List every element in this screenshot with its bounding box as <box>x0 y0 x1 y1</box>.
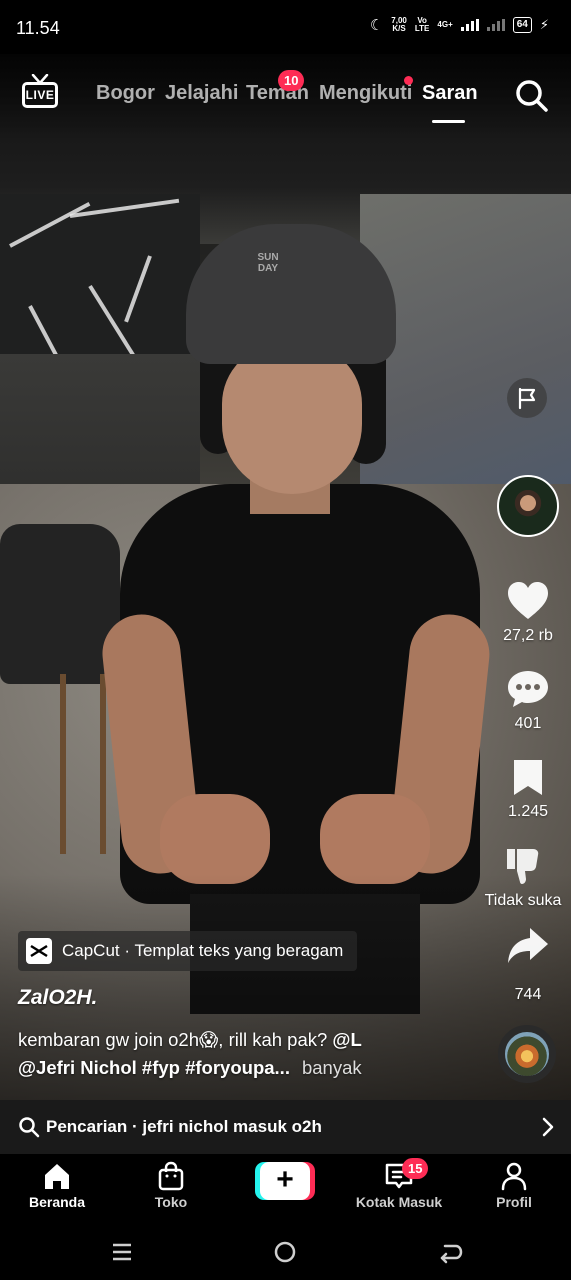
signal-bars-2-icon <box>486 19 505 31</box>
creator-username[interactable]: ZalO2H. <box>18 986 97 1010</box>
network-type: 4G+ <box>437 20 453 29</box>
nav-profil-label: Profil <box>496 1194 532 1210</box>
bookmark-icon <box>514 760 542 795</box>
tab-jelajahi[interactable]: Jelajahi <box>165 82 238 105</box>
recent-apps-icon[interactable] <box>108 1238 136 1266</box>
nav-toko[interactable]: Toko <box>126 1160 216 1210</box>
like-count: 27,2 rb <box>503 627 553 644</box>
thumbs-down-icon <box>507 849 539 884</box>
back-icon[interactable] <box>436 1238 464 1266</box>
plus-icon: + <box>260 1162 310 1200</box>
signal-bars-icon <box>460 19 479 31</box>
tab-bogor[interactable]: Bogor <box>96 82 155 105</box>
dislike-button[interactable]: Tidak suka <box>478 843 568 910</box>
search-suggestion-text: Pencarian · jefri nichol masuk o2h <box>46 1117 322 1136</box>
scene-chair-leg <box>100 674 106 854</box>
bookmark-button[interactable]: 1.245 <box>493 756 563 821</box>
share-arrow-icon <box>508 928 548 963</box>
scene-wall-right <box>360 194 571 514</box>
live-tv-icon: LIVE <box>22 82 58 108</box>
search-suggestion-bar[interactable]: Pencarian · jefri nichol masuk o2h <box>0 1100 571 1154</box>
caption-more-link[interactable]: banyak <box>302 1057 362 1078</box>
person-hand-left <box>160 794 270 884</box>
friends-badge: 10 <box>278 70 305 91</box>
search-icon[interactable] <box>514 78 550 114</box>
following-new-dot <box>404 76 413 85</box>
tab-saran[interactable]: Saran <box>422 82 478 105</box>
comment-count: 401 <box>514 715 542 732</box>
caption-tags[interactable]: @Jefri Nichol #fyp #foryoupa... <box>18 1057 290 1078</box>
charging-bolt-icon: ⚡ <box>539 17 549 32</box>
shopping-bag-icon <box>158 1161 184 1191</box>
person-face <box>222 344 362 494</box>
nav-kotak-masuk-label: Kotak Masuk <box>355 1194 443 1210</box>
battery-icon: 64 <box>512 17 532 33</box>
person-hand-right <box>320 794 430 884</box>
status-bar: 11.54 ☾ 7,00 K/S Vo LTE 4G+ 64 ⚡ <box>0 0 571 54</box>
live-button[interactable]: LIVE <box>20 74 60 110</box>
hat-logo: SUN DAY <box>257 252 279 274</box>
tab-mengikuti[interactable]: Mengikuti <box>319 82 412 105</box>
share-count: 744 <box>514 986 542 1003</box>
do-not-disturb-moon-icon: ☾ <box>369 17 384 34</box>
scene-chair-leg <box>60 674 66 854</box>
net-speed: 7,00 K/S <box>391 17 407 33</box>
caption-mention[interactable]: @L <box>332 1029 361 1050</box>
create-button[interactable]: + <box>255 1162 315 1200</box>
nav-toko-label: Toko <box>154 1194 188 1210</box>
heart-icon <box>508 582 548 619</box>
like-button[interactable]: 27,2 rb <box>493 580 563 645</box>
volte-bottom: LTE <box>414 24 430 33</box>
net-speed-unit: K/S <box>392 24 406 33</box>
nav-profil[interactable]: Profil <box>469 1160 559 1210</box>
creator-avatar[interactable] <box>497 475 559 537</box>
comment-button[interactable]: 401 <box>493 668 563 733</box>
flag-icon <box>518 387 536 410</box>
report-button[interactable] <box>507 378 547 418</box>
search-icon <box>19 1117 40 1138</box>
volte-indicator: Vo LTE <box>415 17 430 33</box>
person-bucket-hat <box>186 224 396 364</box>
top-nav: LIVE Bogor Jelajahi Teman Mengikuti Sara… <box>0 54 571 140</box>
bottom-nav: Beranda Toko + Kotak Masuk 15 Profil <box>0 1154 571 1224</box>
active-tab-underline <box>432 120 465 123</box>
nav-beranda[interactable]: Beranda <box>12 1160 102 1210</box>
music-disc[interactable] <box>498 1025 556 1083</box>
home-icon <box>45 1164 69 1189</box>
capcut-template-pill[interactable]: CapCut · Templat teks yang beragam <box>18 931 358 971</box>
person-icon <box>501 1162 527 1191</box>
bookmark-count: 1.245 <box>507 803 549 820</box>
system-nav-bar <box>0 1224 571 1280</box>
status-icons: ☾ 7,00 K/S Vo LTE 4G+ 64 ⚡ <box>369 16 549 35</box>
dislike-label: Tidak suka <box>484 892 562 909</box>
share-button[interactable]: 744 <box>493 925 563 1004</box>
status-time: 11.54 <box>16 18 60 38</box>
chevron-right-icon <box>542 1117 554 1137</box>
post-caption[interactable]: kembaran gw join o2h😱, rill kah pak? @L … <box>18 1026 488 1082</box>
caption-text: kembaran gw join o2h😱, rill kah pak? <box>18 1029 333 1050</box>
inbox-badge: 15 <box>402 1158 429 1179</box>
capcut-logo-icon <box>26 938 52 964</box>
nav-beranda-label: Beranda <box>28 1194 86 1210</box>
capcut-text: CapCut · Templat teks yang beragam <box>62 941 344 960</box>
home-circle-icon[interactable] <box>271 1238 299 1266</box>
nav-kotak-masuk[interactable]: Kotak Masuk <box>354 1160 444 1210</box>
comment-icon <box>508 671 548 707</box>
